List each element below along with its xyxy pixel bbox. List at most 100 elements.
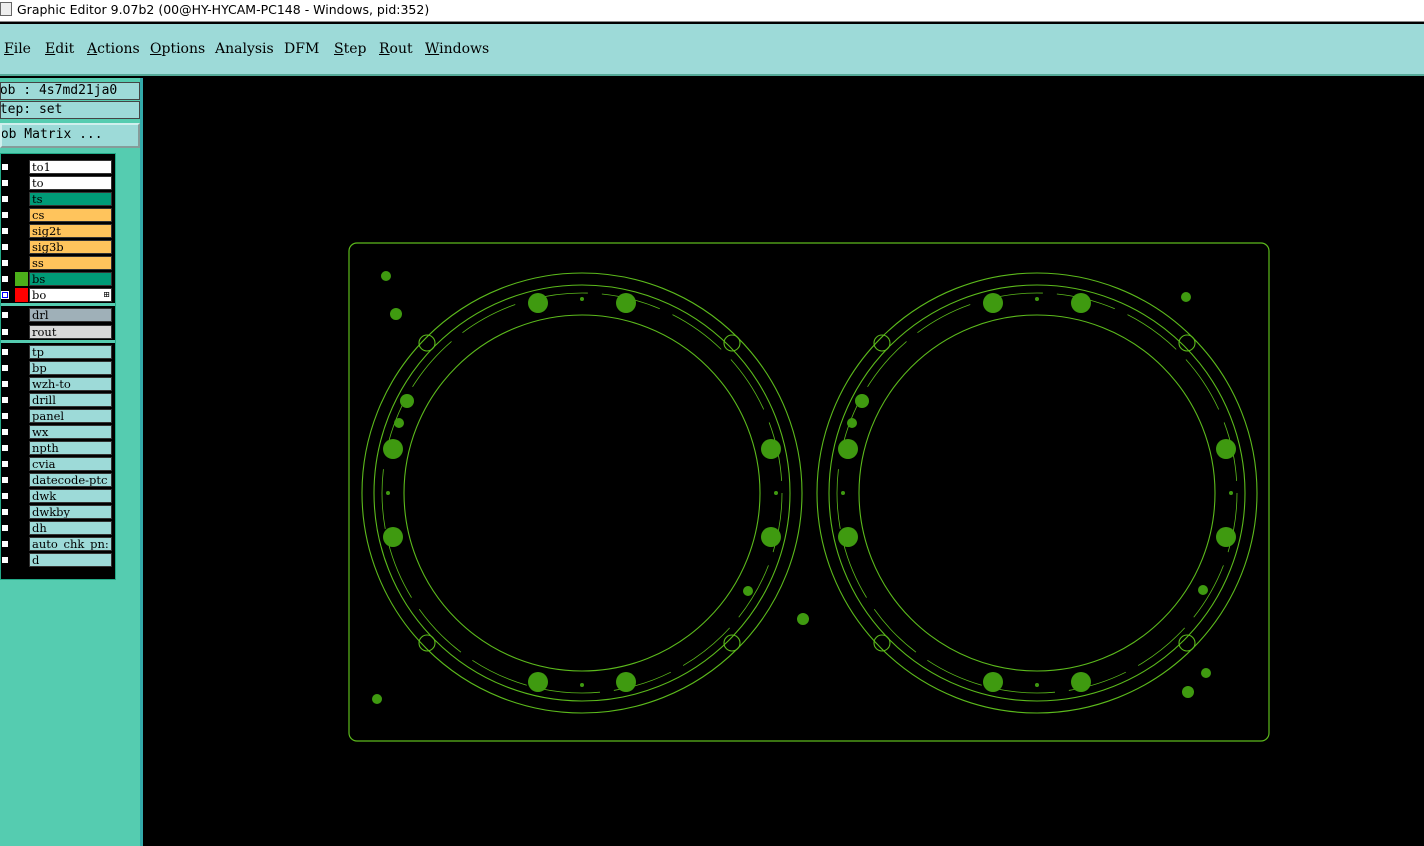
layer-row-ss[interactable]: ss — [1, 255, 115, 271]
layer-affected-checkbox[interactable] — [1, 364, 9, 372]
job-matrix-button[interactable]: Job Matrix ... — [0, 123, 140, 148]
layer-name-button[interactable]: datecode-ptc — [29, 473, 112, 487]
layer-affected-checkbox[interactable] — [1, 428, 9, 436]
layer-row-ts[interactable]: ts — [1, 191, 115, 207]
layer-name-button[interactable]: sig2t — [29, 224, 112, 238]
menu-analysis[interactable]: Analysis — [215, 41, 274, 57]
layer-name-button[interactable]: dh — [29, 521, 112, 535]
layer-name-button[interactable]: bo ⊞ — [29, 288, 112, 302]
layer-display-swatch[interactable] — [15, 160, 28, 174]
layer-row-sig2t[interactable]: sig2t — [1, 223, 115, 239]
layer-row-dwk[interactable]: dwk — [1, 488, 115, 504]
menu-windows[interactable]: Windows — [425, 41, 489, 57]
layer-display-swatch[interactable] — [15, 441, 28, 455]
layer-affected-checkbox[interactable] — [1, 412, 9, 420]
layer-display-swatch[interactable] — [15, 457, 28, 471]
layer-affected-checkbox[interactable] — [1, 380, 9, 388]
layer-name-button[interactable]: dwkby — [29, 505, 112, 519]
layer-affected-checkbox[interactable] — [1, 311, 9, 319]
layer-name-button[interactable]: wzh-to — [29, 377, 112, 391]
layer-row-to[interactable]: to — [1, 175, 115, 191]
layer-name-button[interactable]: drill — [29, 393, 112, 407]
layer-affected-checkbox[interactable] — [1, 556, 9, 564]
layer-affected-checkbox[interactable] — [1, 444, 9, 452]
layer-name-button[interactable]: cs — [29, 208, 112, 222]
layer-row-bp[interactable]: bp — [1, 360, 115, 376]
menu-edit[interactable]: Edit — [45, 41, 74, 57]
layer-row-drl[interactable]: drl — [1, 307, 115, 323]
pcb-drawing[interactable] — [146, 78, 1424, 846]
layer-name-button[interactable]: tp — [29, 345, 112, 359]
layer-display-swatch[interactable] — [15, 240, 28, 254]
layer-name-button[interactable]: bp — [29, 361, 112, 375]
layer-display-swatch[interactable] — [15, 308, 28, 322]
layer-name-button[interactable]: npth — [29, 441, 112, 455]
layer-display-swatch[interactable] — [15, 192, 28, 206]
layer-display-swatch[interactable] — [15, 288, 28, 302]
layer-name-button[interactable]: drl — [29, 308, 112, 322]
layer-display-swatch[interactable] — [15, 425, 28, 439]
layer-display-swatch[interactable] — [15, 361, 28, 375]
layer-name-button[interactable]: d — [29, 553, 112, 567]
menu-actions[interactable]: Actions — [87, 41, 140, 57]
layer-affected-checkbox[interactable] — [1, 227, 9, 235]
menu-rout[interactable]: Rout — [379, 41, 413, 57]
layer-affected-checkbox[interactable] — [1, 476, 9, 484]
layer-name-button[interactable]: cvia — [29, 457, 112, 471]
layer-display-swatch[interactable] — [15, 553, 28, 567]
layer-name-button[interactable]: ts — [29, 192, 112, 206]
layer-row-panel[interactable]: panel — [1, 408, 115, 424]
layer-display-swatch[interactable] — [15, 489, 28, 503]
layer-affected-checkbox[interactable] — [1, 163, 9, 171]
layer-name-button[interactable]: to — [29, 176, 112, 190]
layer-affected-checkbox[interactable] — [1, 328, 9, 336]
layer-row-bo[interactable]: bo ⊞ — [1, 287, 115, 303]
graphic-canvas[interactable] — [146, 78, 1424, 846]
layer-display-swatch[interactable] — [15, 345, 28, 359]
layer-row-dwkby[interactable]: dwkby — [1, 504, 115, 520]
layer-row-wzh-to[interactable]: wzh-to — [1, 376, 115, 392]
layer-display-swatch[interactable] — [15, 208, 28, 222]
layer-affected-checkbox[interactable] — [1, 492, 9, 500]
layer-name-button[interactable]: to1 — [29, 160, 112, 174]
layer-affected-checkbox[interactable] — [1, 348, 9, 356]
layer-name-button[interactable]: ss — [29, 256, 112, 270]
menu-options[interactable]: Options — [150, 41, 205, 57]
layer-row-auto-chk-pn[interactable]: auto_chk_pn: — [1, 536, 115, 552]
layer-display-swatch[interactable] — [15, 325, 28, 339]
layer-affected-checkbox[interactable] — [1, 259, 9, 267]
layer-row-to1[interactable]: to1 — [1, 159, 115, 175]
layer-display-swatch[interactable] — [15, 537, 28, 551]
menu-dfm[interactable]: DFM — [284, 41, 319, 57]
layer-affected-checkbox[interactable] — [1, 179, 9, 187]
layer-affected-checkbox[interactable] — [1, 211, 9, 219]
layer-name-button[interactable]: auto_chk_pn: — [29, 537, 112, 551]
layer-name-button[interactable]: panel — [29, 409, 112, 423]
layer-display-swatch[interactable] — [15, 473, 28, 487]
layer-display-swatch[interactable] — [15, 521, 28, 535]
layer-affected-checkbox[interactable] — [1, 508, 9, 516]
layer-display-swatch[interactable] — [15, 256, 28, 270]
layer-row-drill[interactable]: drill — [1, 392, 115, 408]
layer-display-swatch[interactable] — [15, 224, 28, 238]
layer-name-button[interactable]: rout — [29, 325, 112, 339]
layer-name-button[interactable]: wx — [29, 425, 112, 439]
layer-row-d[interactable]: d — [1, 552, 115, 568]
layer-display-swatch[interactable] — [15, 377, 28, 391]
layer-display-swatch[interactable] — [15, 409, 28, 423]
layer-row-cs[interactable]: cs — [1, 207, 115, 223]
layer-display-swatch[interactable] — [15, 505, 28, 519]
layer-affected-checkbox[interactable] — [1, 540, 9, 548]
layer-affected-checkbox[interactable] — [1, 396, 9, 404]
menu-step[interactable]: Step — [334, 41, 366, 57]
layer-row-wx[interactable]: wx — [1, 424, 115, 440]
layer-row-bs[interactable]: bs — [1, 271, 115, 287]
layer-row-datecode-ptc[interactable]: datecode-ptc — [1, 472, 115, 488]
layer-affected-checkbox[interactable] — [1, 243, 9, 251]
layer-row-sig3b[interactable]: sig3b — [1, 239, 115, 255]
layer-name-button[interactable]: sig3b — [29, 240, 112, 254]
layer-affected-checkbox[interactable] — [1, 275, 9, 283]
layer-name-button[interactable]: bs — [29, 272, 112, 286]
layer-display-swatch[interactable] — [15, 176, 28, 190]
layer-affected-checkbox[interactable] — [1, 291, 9, 299]
